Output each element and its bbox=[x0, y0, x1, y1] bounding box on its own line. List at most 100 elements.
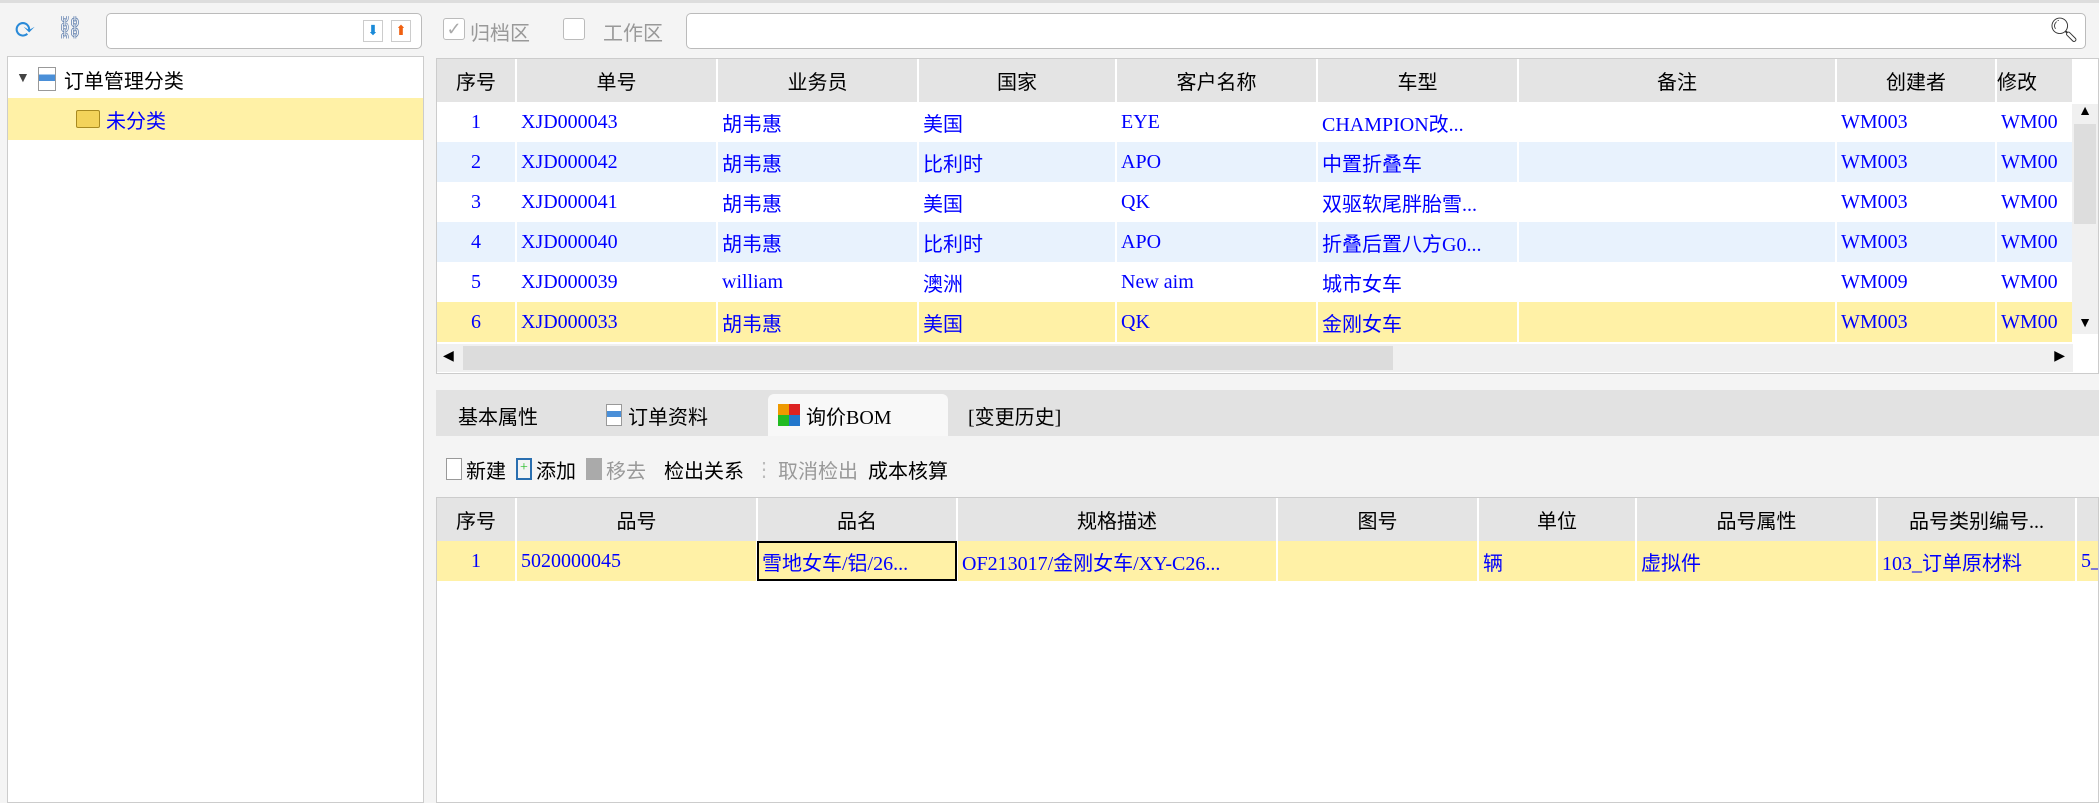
table-cell[interactable]: QK bbox=[1116, 182, 1318, 222]
table-cell[interactable]: WM00 bbox=[1996, 182, 2074, 222]
col-header[interactable]: 单位 bbox=[1478, 498, 1637, 541]
col-header[interactable]: 品名 bbox=[757, 498, 958, 541]
table-cell[interactable]: 1 bbox=[437, 102, 517, 142]
scroll-down-icon[interactable]: ▼ bbox=[2072, 316, 2098, 332]
table-cell[interactable]: 美国 bbox=[918, 182, 1117, 222]
table-cell[interactable]: 6 bbox=[437, 302, 517, 342]
refresh-icon[interactable]: ⟳ bbox=[14, 15, 36, 45]
table-cell[interactable]: 胡韦惠 bbox=[717, 182, 919, 222]
table-cell[interactable]: WM003 bbox=[1836, 302, 1997, 342]
table-cell[interactable]: 胡韦惠 bbox=[717, 102, 919, 142]
table-cell[interactable]: 1 bbox=[437, 541, 517, 581]
tree-structure-icon[interactable]: ⛓ bbox=[56, 15, 84, 41]
tab-inquiry-bom[interactable]: 询价BOM bbox=[768, 394, 948, 436]
table-cell[interactable]: 胡韦惠 bbox=[717, 222, 919, 262]
table-cell[interactable]: 5 bbox=[437, 262, 517, 302]
table-cell[interactable]: WM003 bbox=[1836, 142, 1997, 182]
table-cell[interactable]: 比利时 bbox=[918, 222, 1117, 262]
table-cell[interactable]: 城市女车 bbox=[1317, 262, 1519, 302]
table-cell[interactable]: WM00 bbox=[1996, 302, 2074, 342]
scroll-right-icon[interactable]: ▶ bbox=[2054, 348, 2065, 365]
table-cell[interactable]: 双驱软尾胖胎雪... bbox=[1317, 182, 1519, 222]
table-cell[interactable]: 胡韦惠 bbox=[717, 302, 919, 342]
table-cell[interactable] bbox=[1518, 222, 1837, 262]
table-cell[interactable]: 辆 bbox=[1478, 541, 1637, 581]
tab-order-data[interactable]: 订单资料 bbox=[596, 394, 718, 436]
tree-node-root[interactable]: ▼ 订单管理分类 bbox=[16, 63, 184, 95]
table-cell[interactable]: WM00 bbox=[1996, 142, 2074, 182]
tree-search-input[interactable]: ⬇ ⬆ bbox=[106, 13, 422, 49]
table-cell[interactable]: WM00 bbox=[1996, 102, 2074, 142]
add-button[interactable]: + 添加 bbox=[516, 455, 576, 484]
table-cell[interactable]: APO bbox=[1116, 222, 1318, 262]
table-cell[interactable]: XJD000043 bbox=[516, 102, 718, 142]
table-cell[interactable] bbox=[1518, 102, 1837, 142]
table-cell[interactable]: 美国 bbox=[918, 302, 1117, 342]
table-cell[interactable]: 金刚女车 bbox=[1317, 302, 1519, 342]
table-cell[interactable]: william bbox=[717, 262, 919, 302]
col-header[interactable]: 国家 bbox=[918, 59, 1117, 102]
remove-button[interactable]: 移去 bbox=[586, 455, 646, 484]
search-icon[interactable]: 🔍︎ bbox=[2049, 16, 2079, 45]
table-cell[interactable]: 美国 bbox=[918, 102, 1117, 142]
checkout-relation-button[interactable]: 检出关系 bbox=[664, 455, 744, 484]
table-cell[interactable]: 5_ bbox=[2076, 541, 2098, 581]
table-cell[interactable]: 折叠后置八方G0... bbox=[1317, 222, 1519, 262]
table-cell[interactable]: 2 bbox=[437, 142, 517, 182]
table-cell[interactable]: XJD000033 bbox=[516, 302, 718, 342]
table-cell[interactable]: 雪地女车/铝/26... bbox=[757, 541, 958, 581]
table-row[interactable]: 3 XJD000041 胡韦惠 美国 QK 双驱软尾胖胎雪... WM003 WM00 bbox=[437, 182, 2074, 222]
table-cell[interactable] bbox=[1518, 182, 1837, 222]
table-cell[interactable]: XJD000041 bbox=[516, 182, 718, 222]
table-cell[interactable]: XJD000040 bbox=[516, 222, 718, 262]
col-header[interactable]: 备注 bbox=[1518, 59, 1837, 102]
table-cell[interactable]: CHAMPION改... bbox=[1317, 102, 1519, 142]
table-cell[interactable]: WM003 bbox=[1836, 222, 1997, 262]
cost-accounting-button[interactable]: 成本核算 bbox=[868, 455, 948, 484]
table-cell[interactable]: WM00 bbox=[1996, 222, 2074, 262]
move-up-icon[interactable]: ⬆ bbox=[391, 20, 411, 42]
table-cell[interactable]: OF213017/金刚女车/XY-C26... bbox=[957, 541, 1278, 581]
table-cell[interactable]: 比利时 bbox=[918, 142, 1117, 182]
table-cell[interactable]: New aim bbox=[1116, 262, 1318, 302]
col-header[interactable]: 修改 bbox=[1996, 59, 2074, 102]
col-header[interactable]: 单号 bbox=[516, 59, 718, 102]
table-cell[interactable]: 澳洲 bbox=[918, 262, 1117, 302]
table-row[interactable]: 1 5020000045 雪地女车/铝/26... OF213017/金刚女车/XY-… bbox=[437, 541, 2098, 581]
new-button[interactable]: 新建 bbox=[446, 455, 506, 484]
cancel-checkout-button[interactable]: ⋮ 取消检出 bbox=[754, 455, 858, 484]
col-header[interactable]: 品号属性 bbox=[1636, 498, 1878, 541]
horizontal-scrollbar[interactable]: ◀ ▶ bbox=[437, 344, 2073, 372]
scroll-up-icon[interactable]: ▲ bbox=[2072, 104, 2098, 120]
table-cell[interactable]: 虚拟件 bbox=[1636, 541, 1878, 581]
col-header[interactable]: 品号类别编号... bbox=[1877, 498, 2077, 541]
table-cell[interactable]: 103_订单原材料 bbox=[1877, 541, 2077, 581]
tree-node-uncategorized[interactable]: 未分类 bbox=[8, 98, 423, 140]
col-header[interactable]: 客户名称 bbox=[1116, 59, 1318, 102]
table-cell[interactable]: 中置折叠车 bbox=[1317, 142, 1519, 182]
archive-checkbox[interactable]: ✓ bbox=[443, 18, 465, 40]
col-header[interactable]: 业务员 bbox=[717, 59, 919, 102]
table-row[interactable]: 6 XJD000033 胡韦惠 美国 QK 金刚女车 WM003 WM00 bbox=[437, 302, 2074, 342]
table-cell[interactable]: WM003 bbox=[1836, 182, 1997, 222]
table-cell[interactable]: QK bbox=[1116, 302, 1318, 342]
tab-basic-properties[interactable]: 基本属性 bbox=[448, 394, 548, 436]
table-cell[interactable] bbox=[1518, 302, 1837, 342]
col-header[interactable]: 车型 bbox=[1317, 59, 1519, 102]
table-cell[interactable]: 5020000045 bbox=[516, 541, 758, 581]
scroll-thumb[interactable] bbox=[463, 346, 1393, 370]
col-header[interactable]: 图号 bbox=[1277, 498, 1479, 541]
scroll-thumb[interactable] bbox=[2074, 124, 2096, 224]
table-row[interactable]: 2 XJD000042 胡韦惠 比利时 APO 中置折叠车 WM003 WM00 bbox=[437, 142, 2074, 182]
table-row[interactable]: 4 XJD000040 胡韦惠 比利时 APO 折叠后置八方G0... WM003 WM00 bbox=[437, 222, 2074, 262]
table-cell[interactable]: 4 bbox=[437, 222, 517, 262]
table-cell[interactable]: XJD000042 bbox=[516, 142, 718, 182]
table-cell[interactable]: 3 bbox=[437, 182, 517, 222]
move-down-icon[interactable]: ⬇ bbox=[363, 20, 383, 42]
table-cell[interactable]: WM003 bbox=[1836, 102, 1997, 142]
table-row[interactable]: 5 XJD000039 william 澳洲 New aim 城市女车 WM009 WM00 bbox=[437, 262, 2074, 302]
table-cell[interactable] bbox=[1518, 262, 1837, 302]
table-row[interactable]: 1 XJD000043 胡韦惠 美国 EYE CHAMPION改... WM003 WM00 bbox=[437, 102, 2074, 142]
tab-change-history[interactable]: [变更历史] bbox=[958, 394, 1071, 436]
col-header[interactable]: 序号 bbox=[437, 498, 517, 541]
